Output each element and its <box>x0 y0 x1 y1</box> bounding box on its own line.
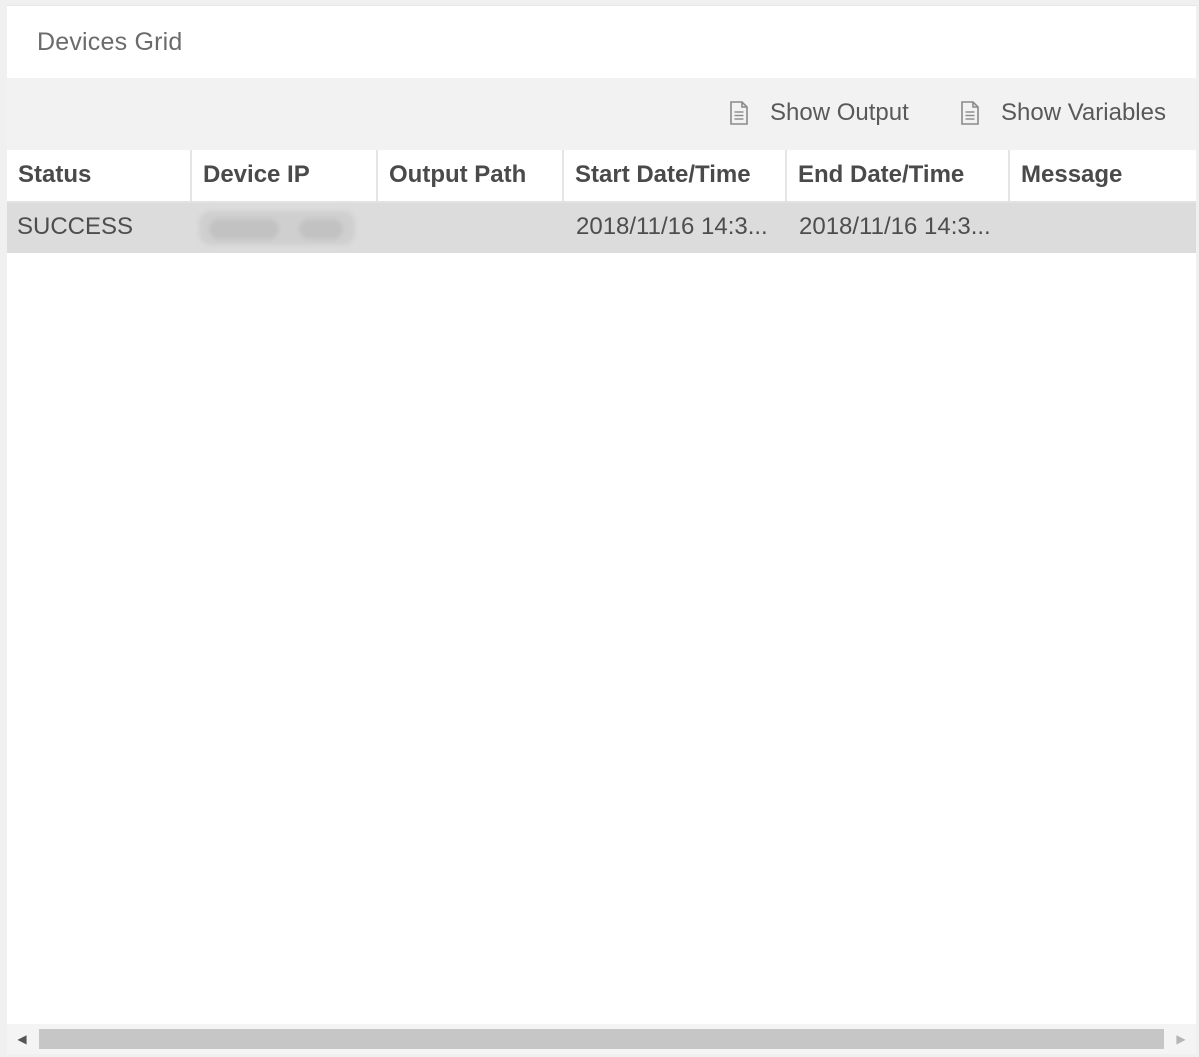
scroll-left-arrow-icon[interactable]: ◀ <box>7 1024 37 1054</box>
column-header-message[interactable]: Message <box>1010 150 1196 201</box>
devices-grid-panel: Devices Grid Show Output Show Variables … <box>7 5 1196 1054</box>
column-header-device-ip[interactable]: Device IP <box>192 150 378 201</box>
table-row[interactable]: SUCCESS 2018/11/16 14:3... 2018/11/16 14… <box>7 203 1196 253</box>
column-header-output-path[interactable]: Output Path <box>378 150 564 201</box>
devices-grid-window: Devices Grid Show Output Show Variables … <box>0 0 1199 1057</box>
show-output-button[interactable]: Show Output <box>728 96 909 130</box>
panel-title: Devices Grid <box>37 28 183 56</box>
grid-header: Status Device IP Output Path Start Date/… <box>7 150 1196 203</box>
redacted-device-ip <box>199 211 355 245</box>
show-output-label: Show Output <box>770 99 909 126</box>
cell-status: SUCCESS <box>17 213 134 240</box>
cell-end-date-time: 2018/11/16 14:3... <box>799 213 991 240</box>
grid-toolbar: Show Output Show Variables <box>7 78 1196 150</box>
column-header-status[interactable]: Status <box>7 150 192 201</box>
document-icon <box>728 101 750 125</box>
cell-output-path <box>378 203 564 253</box>
scrollbar-thumb[interactable] <box>39 1029 1164 1049</box>
cell-start-date-time: 2018/11/16 14:3... <box>576 213 768 240</box>
show-variables-button[interactable]: Show Variables <box>959 96 1166 130</box>
document-icon <box>959 101 981 125</box>
cell-message <box>1010 203 1196 253</box>
column-header-end-date-time[interactable]: End Date/Time <box>787 150 1010 201</box>
horizontal-scrollbar[interactable]: ◀ ▶ <box>7 1024 1196 1054</box>
show-variables-label: Show Variables <box>1001 99 1166 126</box>
column-header-start-date-time[interactable]: Start Date/Time <box>564 150 787 201</box>
scroll-right-arrow-icon[interactable]: ▶ <box>1166 1024 1196 1054</box>
